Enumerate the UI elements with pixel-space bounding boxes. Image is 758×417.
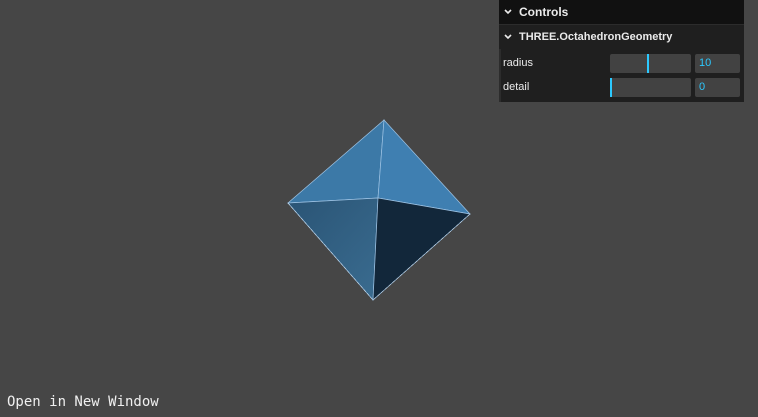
chevron-down-icon — [503, 33, 515, 41]
radius-slider-handle[interactable] — [647, 53, 649, 73]
radius-label: radius — [503, 57, 533, 69]
detail-slider-handle[interactable] — [610, 77, 612, 97]
chevron-down-icon — [503, 8, 515, 16]
octahedron-face-top-left — [286, 119, 385, 204]
detail-label: detail — [503, 81, 530, 93]
folder-title-bar[interactable]: THREE.OctahedronGeometry — [499, 24, 744, 49]
folder-body: radius 10 detail 0 — [499, 49, 744, 102]
control-row-detail: detail 0 — [501, 75, 744, 99]
octahedron-face-bottom-right — [372, 197, 471, 301]
open-in-new-window-link[interactable]: Open in New Window — [7, 394, 159, 410]
controls-title-bar[interactable]: Controls — [499, 0, 744, 24]
detail-slider[interactable] — [610, 77, 691, 97]
control-row-radius: radius 10 — [501, 51, 744, 75]
radius-slider[interactable] — [610, 53, 691, 73]
controls-title: Controls — [519, 5, 569, 19]
folder-title: THREE.OctahedronGeometry — [519, 31, 673, 43]
octahedron-face-top-right — [377, 119, 471, 215]
detail-number-input[interactable]: 0 — [695, 77, 740, 97]
radius-number-input[interactable]: 10 — [695, 53, 740, 73]
controls-panel: Controls THREE.OctahedronGeometry radius… — [499, 0, 744, 102]
octahedron-face-bottom-left — [287, 197, 379, 301]
